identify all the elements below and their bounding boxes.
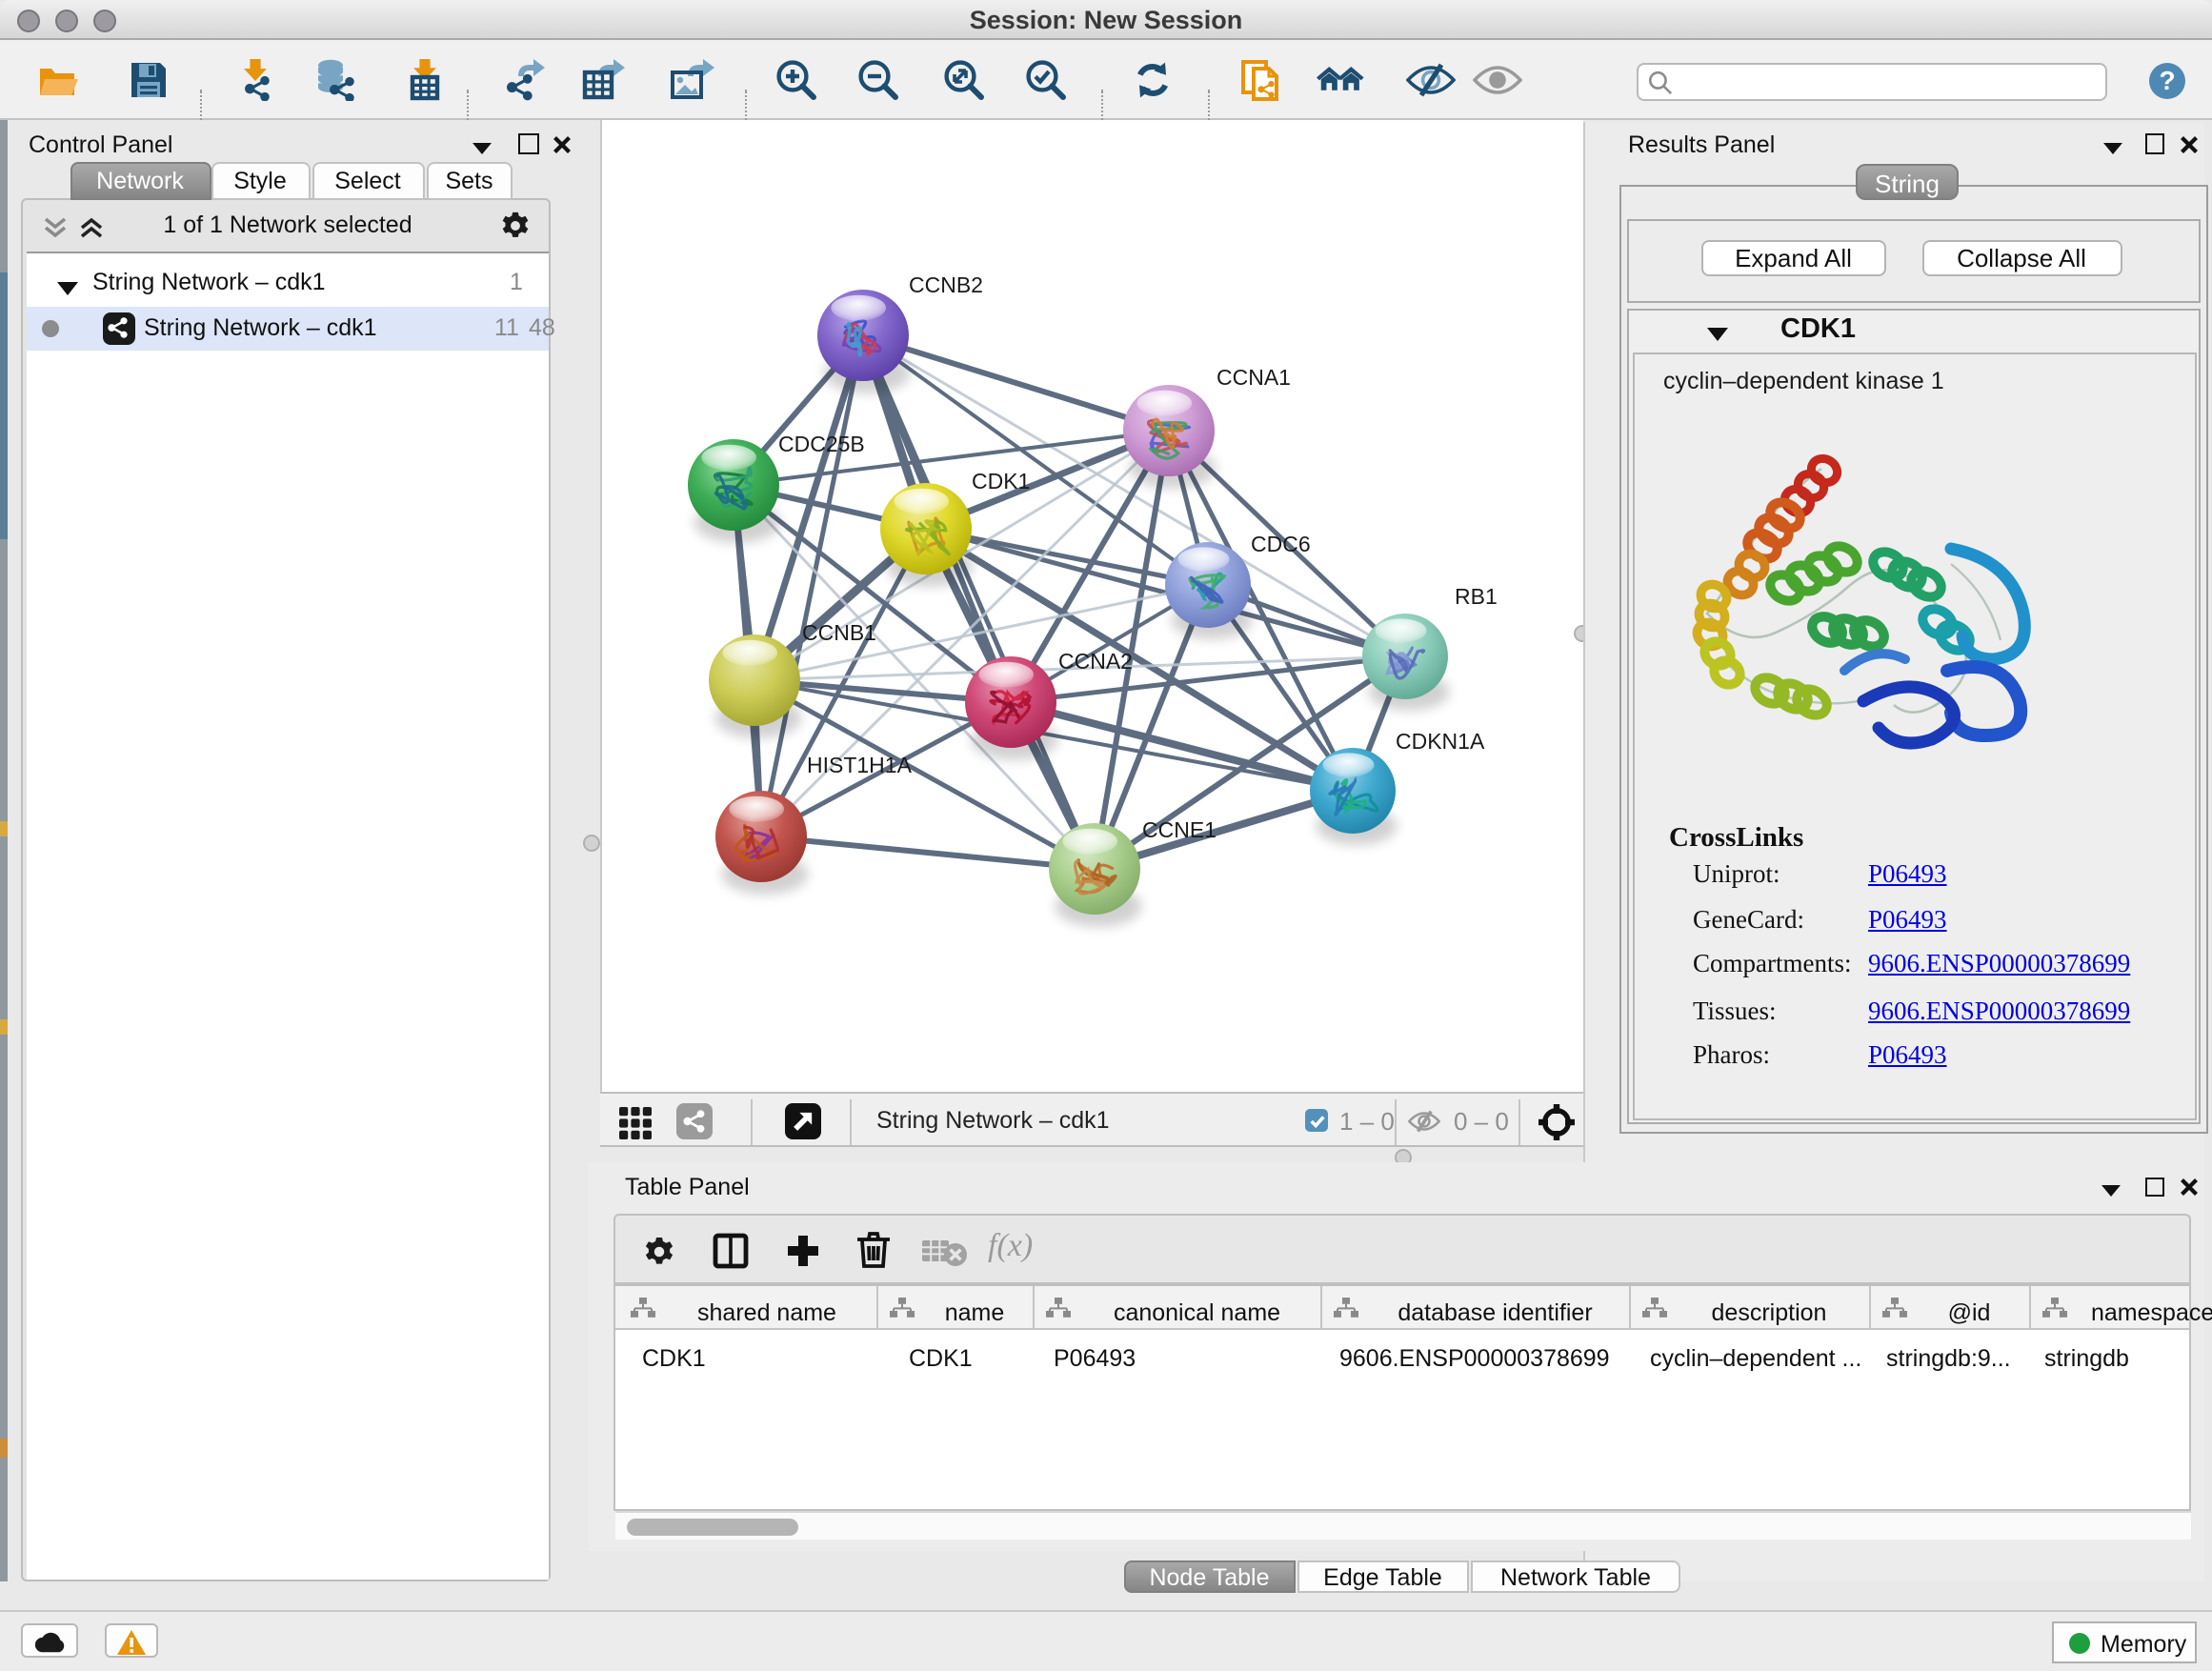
svg-text:RB1: RB1 <box>1455 583 1498 608</box>
svg-text:CDKN1A: CDKN1A <box>1396 728 1485 753</box>
svg-text:HIST1H1A: HIST1H1A <box>807 752 913 776</box>
svg-text:CCNA1: CCNA1 <box>1217 364 1291 389</box>
svg-text:CCNB1: CCNB1 <box>802 619 876 644</box>
svg-text:CDC6: CDC6 <box>1251 531 1311 555</box>
svg-text:CCNA2: CCNA2 <box>1058 648 1133 673</box>
svg-text:CCNB2: CCNB2 <box>909 272 983 296</box>
svg-text:CDK1: CDK1 <box>972 468 1030 493</box>
svg-text:CCNE1: CCNE1 <box>1142 816 1217 841</box>
svg-text:CDC25B: CDC25B <box>778 431 865 455</box>
